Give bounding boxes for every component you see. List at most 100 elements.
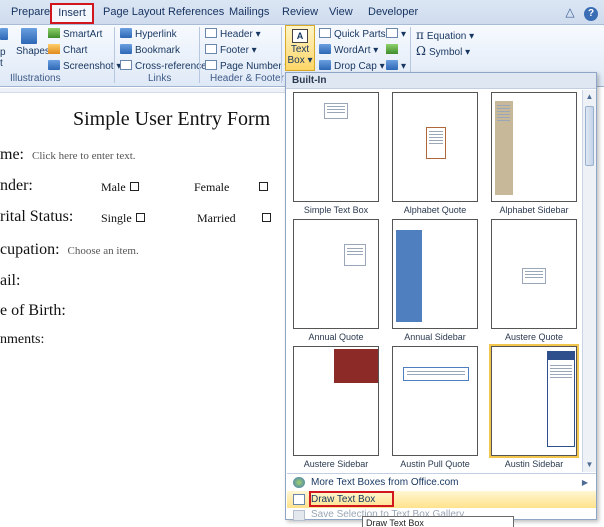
preview-sidebar <box>334 349 378 383</box>
help-icon[interactable]: ? <box>584 7 598 21</box>
pi-icon: π <box>416 28 424 42</box>
page-number-button[interactable]: Page Number ▾ <box>205 60 290 72</box>
female-option[interactable]: Female <box>194 180 229 195</box>
tab-page-layout[interactable]: Page Layout <box>103 6 165 18</box>
scroll-thumb[interactable] <box>585 106 594 166</box>
gallery-item-annual-sidebar[interactable] <box>392 219 478 329</box>
occupation-label: cupation: <box>0 241 60 258</box>
screenshot-button[interactable]: Screenshot ▾ <box>48 60 121 72</box>
ribbon-tab-bar: Prepare Insert Page Layout References Ma… <box>0 0 604 25</box>
text-box-button[interactable]: A Text Box ▾ <box>285 25 315 71</box>
form-title: Simple User Entry Form <box>73 108 271 130</box>
shapes-icon <box>21 28 37 44</box>
save-selection-icon <box>293 510 305 521</box>
signature-line-icon[interactable]: ▾ <box>386 28 406 40</box>
gender-label: nder: <box>0 177 33 194</box>
bookmark-icon <box>120 44 132 54</box>
gallery-item-alphabet-sidebar[interactable] <box>491 92 577 202</box>
bookmark-button[interactable]: Bookmark <box>120 44 180 56</box>
drop-cap-button[interactable]: Drop Cap ▾ <box>319 60 385 72</box>
cross-reference-button[interactable]: Cross-reference <box>120 60 207 72</box>
text-box-gallery: Built-In Simple Text Box Alphabet Quote … <box>285 72 597 521</box>
window-controls: △ ? <box>565 5 598 21</box>
gallery-item-austere-sidebar[interactable] <box>293 346 379 456</box>
gallery-label: Austin Pull Quote <box>400 459 470 469</box>
wordart-icon <box>319 44 331 54</box>
gallery-item-alphabet-quote[interactable] <box>392 92 478 202</box>
quick-parts-icon <box>319 28 331 38</box>
email-label: ail: <box>0 272 21 289</box>
gallery-label: Austin Sidebar <box>504 459 564 469</box>
picture-button-fragment-2[interactable]: t <box>0 58 3 69</box>
screenshot-icon <box>48 60 60 70</box>
smartart-icon <box>48 28 60 38</box>
chart-icon <box>48 44 60 54</box>
married-checkbox[interactable] <box>258 211 271 226</box>
smartart-button[interactable]: SmartArt <box>48 28 102 40</box>
gallery-scrollbar[interactable]: ▲ ▼ <box>582 90 596 472</box>
tab-insert[interactable]: Insert <box>50 3 94 24</box>
scroll-down-icon[interactable]: ▼ <box>583 458 596 472</box>
single-checkbox <box>135 213 145 222</box>
object-icon[interactable]: ▾ <box>386 60 406 72</box>
draw-text-box-item[interactable]: Draw Text Box <box>287 491 596 508</box>
married-option[interactable]: Married <box>197 211 236 226</box>
gallery-item-annual-quote[interactable] <box>293 219 379 329</box>
gallery-label: Annual Quote <box>308 332 364 342</box>
document-page[interactable]: Simple User Entry Form me: Click here to… <box>0 88 290 518</box>
male-option[interactable]: Male <box>101 180 139 195</box>
hyperlink-button[interactable]: Hyperlink <box>120 28 177 40</box>
gallery-item-simple-text-box[interactable] <box>293 92 379 202</box>
submenu-arrow-icon: ▶ <box>581 478 588 487</box>
single-option[interactable]: Single <box>101 211 145 226</box>
omega-icon: Ω <box>416 44 426 58</box>
hyperlink-icon <box>120 28 132 38</box>
header-icon <box>205 28 217 38</box>
group-label-links: Links <box>148 73 172 84</box>
wordart-button[interactable]: WordArt ▾ <box>319 44 378 56</box>
ruler <box>0 88 290 93</box>
tab-mailings[interactable]: Mailings <box>229 6 269 18</box>
tab-references[interactable]: References <box>168 6 224 18</box>
male-checkbox <box>129 182 139 191</box>
name-field[interactable]: Click here to enter text. <box>32 150 136 162</box>
symbol-button[interactable]: Ω Symbol ▾ <box>416 44 470 58</box>
date-time-icon[interactable] <box>386 44 401 56</box>
draw-text-box-icon <box>293 494 305 505</box>
group-label-illustrations: Illustrations <box>10 73 61 84</box>
occupation-dropdown[interactable]: Choose an item. <box>68 245 139 257</box>
chart-button[interactable]: Chart <box>48 44 87 56</box>
cross-reference-icon <box>120 60 132 70</box>
text-box-icon: A <box>292 29 308 43</box>
gallery-item-austere-quote[interactable] <box>491 219 577 329</box>
minimize-ribbon-icon[interactable]: △ <box>565 5 574 19</box>
marital-status-label: rital Status: <box>0 208 74 225</box>
drop-cap-icon <box>319 60 331 70</box>
picture-button-fragment[interactable]: p <box>0 47 6 58</box>
tab-review[interactable]: Review <box>282 6 318 18</box>
female-checkbox[interactable] <box>255 180 268 195</box>
tab-view[interactable]: View <box>329 6 353 18</box>
header-button[interactable]: Header ▾ <box>205 28 261 40</box>
gallery-item-austin-pull-quote[interactable] <box>392 346 478 456</box>
shapes-button[interactable]: Shapes <box>16 28 50 57</box>
gallery-label: Simple Text Box <box>303 205 369 215</box>
footer-button[interactable]: Footer ▾ <box>205 44 257 56</box>
quick-parts-button[interactable]: Quick Parts ▾ <box>319 28 393 40</box>
gallery-header: Built-In <box>286 73 596 89</box>
gallery-label: Austere Sidebar <box>303 459 369 469</box>
tab-prepare[interactable]: Prepare <box>11 6 50 18</box>
occupation-row: cupation: Choose an item. <box>0 241 139 259</box>
gallery-label: Alphabet Quote <box>403 205 467 215</box>
gallery-item-austin-sidebar[interactable] <box>489 344 579 458</box>
comments-label: nments: <box>0 332 45 347</box>
highlight-box <box>309 491 394 507</box>
equation-button[interactable]: π Equation ▾ <box>416 28 474 42</box>
gallery-label: Austere Quote <box>504 332 564 342</box>
picture-icon[interactable] <box>0 28 8 42</box>
tab-developer[interactable]: Developer <box>368 6 418 18</box>
more-text-boxes-item[interactable]: More Text Boxes from Office.com ▶ <box>287 473 596 490</box>
name-row: me: Click here to enter text. <box>0 146 136 164</box>
scroll-up-icon[interactable]: ▲ <box>583 90 596 104</box>
gallery-label: Alphabet Sidebar <box>499 205 569 215</box>
